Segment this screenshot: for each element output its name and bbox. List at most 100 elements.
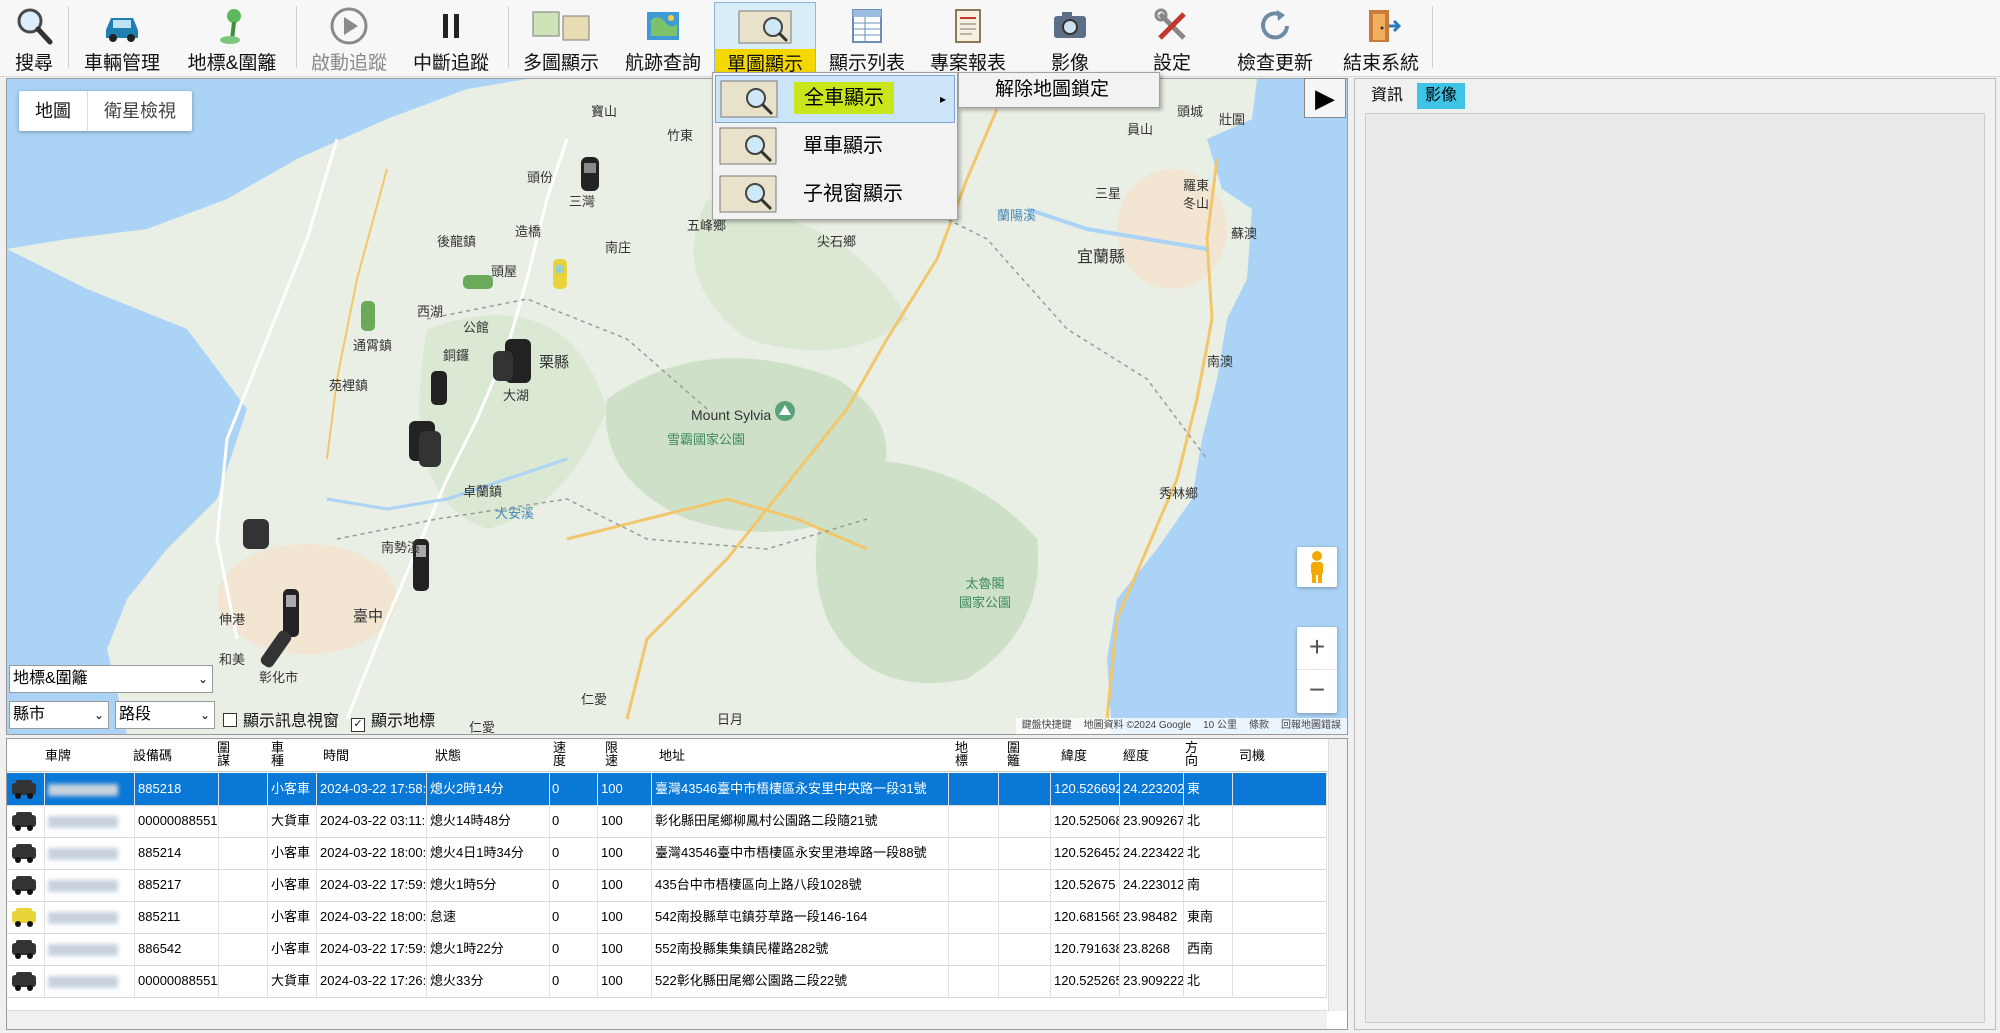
vehicle-management-button[interactable]: 車輛管理 [78, 2, 166, 74]
show-landmark-checkbox[interactable]: ✓ 顯示地標 [351, 707, 435, 732]
column-header[interactable]: 車牌 [45, 749, 71, 762]
address-cell: 臺灣43546臺中市梧棲區永安里中央路一段31號 [652, 773, 949, 805]
column-header[interactable]: 經度 [1123, 749, 1149, 762]
column-header[interactable]: 圍 謀 [217, 741, 230, 767]
main-toolbar: 搜尋 車輛管理 地標&圍籬 啟動追蹤 中斷追蹤 多圖顯示 航跡查詢 單圖顯示 顯… [0, 0, 2000, 77]
map-label: 宜蘭縣 [1077, 249, 1126, 266]
empty-cell [1000, 965, 1051, 997]
menu-item-single-vehicle[interactable]: 單車顯示 [715, 123, 953, 169]
table-row[interactable]: 885214 小客車2024-03-22 18:00:11熄火4日1時34分010… [7, 837, 1327, 870]
address-cell: 522彰化縣田尾鄉公園路二段22號 [652, 965, 949, 997]
table-row[interactable]: 886542 小客車2024-03-22 17:59:30熄火1時22分01005… [7, 933, 1327, 966]
menu-item-all-vehicles[interactable]: 全車顯示 ▸ [715, 75, 955, 123]
show-list-button[interactable]: 顯示列表 [822, 2, 912, 74]
map-label: 臺中 [353, 608, 384, 625]
start-tracking-button[interactable]: 啟動追蹤 [306, 2, 392, 74]
column-header[interactable]: 速 度 [553, 741, 566, 767]
plate-cell [45, 965, 135, 997]
type-cell: 大貨車 [268, 965, 317, 997]
road-select[interactable]: 路段 ⌄ [115, 701, 215, 729]
exit-system-button[interactable]: 結束系統 [1334, 2, 1428, 74]
device-cell: 885211 [135, 901, 219, 933]
vehicle-marker[interactable] [581, 157, 599, 191]
map-type-satellite-button[interactable]: 衛星檢視 [88, 91, 192, 131]
tab-info[interactable]: 資訊 [1363, 83, 1411, 109]
speed-cell: 0 [549, 773, 598, 805]
table-row[interactable]: 885217 小客車2024-03-22 17:59:54熄火1時5分010043… [7, 869, 1327, 902]
table-row[interactable]: 885211 小客車2024-03-22 18:00:00怠速0100542南投縣… [7, 901, 1327, 934]
vehicle-table: 車牌 設備碼 圍 謀 車 種 時間 狀態 速 度 限 速 地址 地 標 圍 籬 … [6, 738, 1348, 1030]
column-header[interactable]: 方 向 [1185, 741, 1198, 767]
show-message-window-checkbox[interactable]: 顯示訊息視窗 [223, 707, 339, 731]
project-report-label: 專案報表 [929, 53, 1006, 74]
terms-link[interactable]: 條款 [1249, 718, 1269, 734]
map-view[interactable]: 寶山 竹東 頭份 三灣 造橋 南庄 後龍鎮 頭屋 西湖 公館 通霄鎮 銅鑼 栗縣… [6, 78, 1348, 735]
image-button[interactable]: 影像 [1038, 2, 1102, 74]
truck-icon [7, 805, 45, 837]
keyboard-shortcuts-link[interactable]: 鍵盤快捷鍵 [1022, 718, 1072, 734]
column-header[interactable]: 設備碼 [133, 749, 172, 762]
vehicle-marker[interactable] [463, 275, 493, 289]
table-row[interactable]: 000000885510 大貨車2024-03-22 03:11:59熄火14時4… [7, 805, 1327, 838]
map-label: 頭份 [527, 170, 554, 185]
project-report-button[interactable]: 專案報表 [924, 2, 1012, 74]
column-header[interactable]: 時間 [323, 749, 349, 762]
column-header[interactable]: 狀態 [435, 749, 461, 762]
column-header[interactable]: 地 標 [955, 741, 968, 767]
vertical-scrollbar[interactable] [1328, 739, 1347, 1011]
stop-tracking-button[interactable]: 中斷追蹤 [408, 2, 494, 74]
device-cell: 885217 [135, 869, 219, 901]
track-query-button[interactable]: 航跡查詢 [620, 2, 706, 74]
tab-image[interactable]: 影像 [1417, 83, 1466, 109]
vehicle-marker[interactable] [243, 519, 269, 549]
track-query-label: 航跡查詢 [624, 53, 701, 74]
column-header[interactable]: 地址 [659, 749, 685, 762]
submenu-arrow-icon: ▸ [939, 92, 946, 106]
submenu-unlock-map[interactable]: 解除地圖鎖定 [958, 72, 1160, 108]
search-button[interactable]: 搜尋 [6, 2, 62, 74]
map-label: 雪霸國家公園 [667, 432, 746, 447]
column-header[interactable]: 緯度 [1061, 749, 1087, 762]
speed-cell: 0 [549, 869, 598, 901]
menu-item-child-window[interactable]: 子視窗顯示 [715, 171, 953, 217]
lat-cell: 120.526692 [1051, 773, 1120, 805]
layer-select[interactable]: 地標&圍籬 ⌄ [9, 665, 213, 693]
multi-map-button[interactable]: 多圖顯示 [516, 2, 606, 74]
single-map-button[interactable]: 單圖顯示 [714, 2, 816, 76]
panel-collapse-button[interactable]: ▶ [1304, 78, 1346, 118]
sedan-icon [7, 837, 45, 869]
zoom-in-button[interactable]: + [1297, 627, 1337, 670]
toolbar-separator [1432, 6, 1433, 68]
table-row[interactable]: 885218 小客車2024-03-22 17:58:39熄火2時14分0100臺… [7, 773, 1327, 806]
street-view-pegman[interactable] [1297, 547, 1337, 587]
zoom-out-button[interactable]: − [1297, 670, 1337, 712]
check-update-button[interactable]: 檢查更新 [1228, 2, 1322, 74]
lng-cell: 23.98482 [1120, 901, 1184, 933]
map-type-map-button[interactable]: 地圖 [19, 91, 88, 131]
sedan-icon [7, 933, 45, 965]
dir-cell: 北 [1184, 965, 1233, 997]
play-arrow-icon: ▶ [1315, 83, 1335, 113]
empty-cell [1000, 933, 1051, 965]
limit-cell: 100 [598, 837, 652, 869]
column-header[interactable]: 車 種 [271, 741, 284, 767]
toolbar-separator [508, 6, 509, 68]
column-header[interactable]: 限 速 [605, 741, 618, 767]
landmark-fence-button[interactable]: 地標&圍籬 [182, 2, 282, 74]
redacted-plate [48, 783, 118, 796]
report-error-link[interactable]: 回報地圖錯誤 [1281, 718, 1341, 734]
table-row[interactable]: 000000885511 大貨車2024-03-22 17:26:54熄火33分0… [7, 965, 1327, 998]
city-select[interactable]: 縣市 ⌄ [9, 701, 109, 729]
horizontal-scrollbar[interactable] [7, 1010, 1327, 1029]
vehicle-marker[interactable] [283, 589, 299, 637]
column-header[interactable]: 司機 [1239, 749, 1265, 762]
settings-button[interactable]: 設定 [1140, 2, 1204, 74]
map-magnifier-icon [719, 127, 777, 165]
multi-map-icon [532, 11, 590, 41]
column-header[interactable]: 圍 籬 [1007, 741, 1020, 767]
vehicle-marker[interactable] [553, 259, 567, 289]
vehicle-marker[interactable] [431, 371, 447, 405]
search-icon [17, 8, 53, 45]
limit-cell: 100 [598, 773, 652, 805]
vehicle-marker[interactable] [361, 301, 375, 331]
